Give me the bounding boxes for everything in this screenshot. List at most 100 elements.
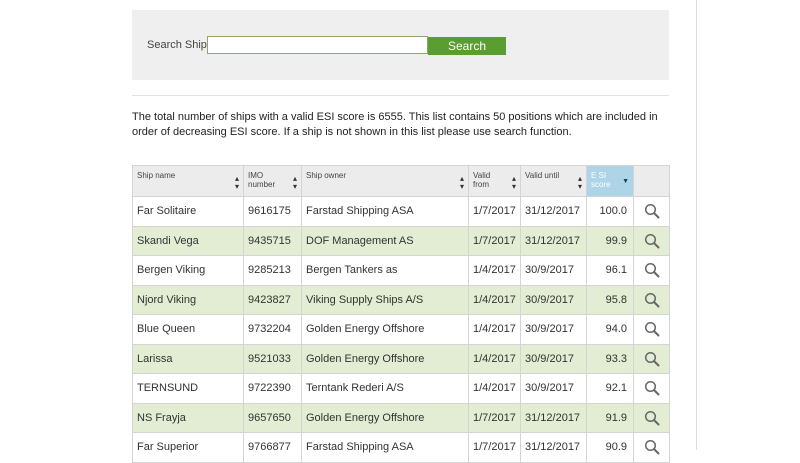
details-cell[interactable]	[633, 284, 670, 315]
sort-arrows-icon: ▴ ▾	[234, 174, 239, 191]
magnifier-icon[interactable]	[644, 322, 660, 337]
ship-owner-cell: Viking Supply Ships A/S	[301, 284, 469, 315]
ship-name-cell: TERNSUND	[132, 373, 244, 404]
header-esi-label-2: score	[591, 180, 611, 189]
magnifier-icon[interactable]	[644, 204, 660, 219]
details-cell[interactable]	[633, 343, 670, 374]
imo-number-cell: 9285213	[243, 255, 302, 286]
magnifier-icon[interactable]	[644, 263, 660, 278]
details-cell[interactable]	[633, 432, 670, 463]
table-row: Njord Viking 9423827 Viking Supply Ships A…	[132, 284, 670, 315]
valid-from-cell: 1/7/2017	[468, 402, 521, 433]
valid-from-cell: 1/4/2017	[468, 284, 521, 315]
esi-score-cell: 93.3	[586, 343, 634, 374]
header-valid-until-label: Valid until	[525, 171, 560, 180]
header-valid-from-label-1: Valid	[473, 171, 491, 180]
esi-score-cell: 96.1	[586, 255, 634, 286]
table-row: Skandi Vega 9435715 DOF Management AS 1/7/2…	[132, 225, 670, 256]
search-input[interactable]	[207, 36, 428, 54]
table-row: Larissa 9521033 Golden Energy Offshore 1/4/…	[132, 343, 670, 374]
divider	[132, 95, 669, 96]
esi-score-cell: 99.9	[586, 225, 634, 256]
ship-owner-cell: Farstad Shipping ASA	[301, 196, 469, 227]
valid-until-cell: 30/9/2017	[520, 343, 587, 374]
sort-arrows-icon: ▴ ▾	[511, 174, 516, 191]
valid-from-cell: 1/7/2017	[468, 196, 521, 227]
details-cell[interactable]	[633, 255, 670, 286]
sort-arrows-icon: ▴ ▾	[292, 174, 297, 191]
table-header-row: Ship name ▴ ▾ IMO number ▴ ▾ Ship owner ▴ ▾…	[132, 165, 670, 197]
esi-score-cell: 91.9	[586, 402, 634, 433]
valid-from-cell: 1/4/2017	[468, 314, 521, 345]
search-panel: Search Ship: Search	[132, 10, 669, 80]
intro-text: The total number of ships with a valid E…	[132, 111, 658, 138]
sort-desc-icon: ▼	[622, 178, 629, 185]
header-esi-label-1: E SI	[591, 171, 607, 180]
esi-score-cell: 95.8	[586, 284, 634, 315]
imo-number-cell: 9657650	[243, 402, 302, 433]
header-ship-name-label: Ship name	[137, 171, 176, 180]
details-cell[interactable]	[633, 373, 670, 404]
ship-owner-cell: Terntank Rederi A/S	[301, 373, 469, 404]
valid-from-cell: 1/7/2017	[468, 225, 521, 256]
imo-number-cell: 9423827	[243, 284, 302, 315]
sort-arrows-icon: ▴ ▾	[459, 174, 464, 191]
table-row: TERNSUND 9722390 Terntank Rederi A/S 1/4/20…	[132, 373, 670, 404]
valid-until-cell: 31/12/2017	[520, 196, 587, 227]
header-valid-until[interactable]: Valid until ▴ ▾	[520, 165, 587, 197]
sort-arrows-icon: ▴ ▾	[577, 174, 582, 191]
ships-table: Ship name ▴ ▾ IMO number ▴ ▾ Ship owner ▴ ▾…	[132, 165, 670, 463]
ship-owner-cell: Golden Energy Offshore	[301, 343, 469, 374]
ship-name-cell: Skandi Vega	[132, 225, 244, 256]
header-owner-label: Ship owner	[306, 171, 347, 180]
imo-number-cell: 9435715	[243, 225, 302, 256]
page-right-border	[696, 0, 697, 450]
ship-owner-cell: Golden Energy Offshore	[301, 402, 469, 433]
magnifier-icon[interactable]	[644, 410, 660, 426]
header-imo-label-2: number	[248, 180, 276, 189]
magnifier-icon[interactable]	[644, 292, 660, 308]
header-imo-number[interactable]: IMO number ▴ ▾	[243, 165, 302, 197]
esi-score-cell: 94.0	[586, 314, 634, 345]
magnifier-icon[interactable]	[644, 351, 660, 367]
header-esi-score[interactable]: E SI score ▼	[586, 165, 634, 197]
ship-name-cell: Blue Queen	[132, 314, 244, 345]
valid-from-cell: 1/4/2017	[468, 373, 521, 404]
imo-number-cell: 9722390	[243, 373, 302, 404]
header-valid-from-label-2: from	[473, 180, 489, 189]
ship-owner-cell: Farstad Shipping ASA	[301, 432, 469, 463]
magnifier-icon[interactable]	[644, 440, 660, 455]
header-ship-name[interactable]: Ship name ▴ ▾	[132, 165, 244, 197]
ship-name-cell: Njord Viking	[132, 284, 244, 315]
esi-score-cell: 100.0	[586, 196, 634, 227]
table-row: Blue Queen 9732204 Golden Energy Offshore 1…	[132, 314, 670, 345]
valid-from-cell: 1/4/2017	[468, 343, 521, 374]
table-row: NS Frayja 9657650 Golden Energy Offshore 1/…	[132, 402, 670, 433]
valid-until-cell: 30/9/2017	[520, 255, 587, 286]
magnifier-icon[interactable]	[644, 233, 660, 249]
details-cell[interactable]	[633, 314, 670, 345]
details-cell[interactable]	[633, 196, 670, 227]
details-cell[interactable]	[633, 402, 670, 433]
valid-until-cell: 31/12/2017	[520, 225, 587, 256]
magnifier-icon[interactable]	[644, 381, 660, 396]
imo-number-cell: 9521033	[243, 343, 302, 374]
imo-number-cell: 9732204	[243, 314, 302, 345]
header-details	[633, 165, 670, 197]
ship-name-cell: NS Frayja	[132, 402, 244, 433]
esi-score-cell: 90.9	[586, 432, 634, 463]
details-cell[interactable]	[633, 225, 670, 256]
ship-rows: Far Solitaire 9616175 Farstad Shipping ASA…	[132, 196, 670, 463]
imo-number-cell: 9616175	[243, 196, 302, 227]
ship-name-cell: Larissa	[132, 343, 244, 374]
ship-owner-cell: Bergen Tankers as	[301, 255, 469, 286]
header-valid-from[interactable]: Valid from ▴ ▾	[468, 165, 521, 197]
ship-name-cell: Far Superior	[132, 432, 244, 463]
header-ship-owner[interactable]: Ship owner ▴ ▾	[301, 165, 469, 197]
table-row: Far Solitaire 9616175 Farstad Shipping ASA…	[132, 196, 670, 227]
search-button[interactable]: Search	[428, 37, 506, 55]
search-label: Search Ship:	[147, 39, 210, 51]
header-imo-label-1: IMO	[248, 171, 264, 180]
valid-until-cell: 31/12/2017	[520, 402, 587, 433]
ship-name-cell: Far Solitaire	[132, 196, 244, 227]
